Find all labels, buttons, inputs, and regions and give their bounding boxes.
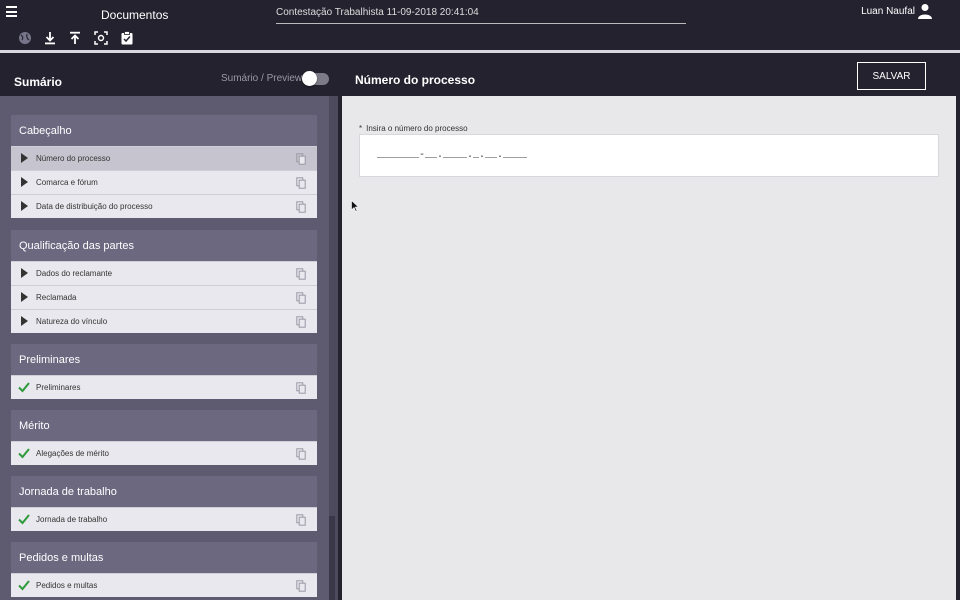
sidebar-item[interactable]: Natureza do vínculo [11, 309, 317, 333]
scrollbar-thumb[interactable] [329, 516, 335, 600]
sidebar-section: Preliminares Preliminares [11, 344, 317, 399]
section-title[interactable]: Mérito [11, 410, 317, 441]
copy-icon[interactable] [296, 580, 306, 592]
sidebar-item[interactable]: Preliminares [11, 375, 317, 399]
sidebar-title: Sumário [14, 75, 63, 89]
save-button[interactable]: SALVAR [857, 62, 926, 90]
sidebar-item[interactable]: Dados do reclamante [11, 261, 317, 285]
copy-icon[interactable] [296, 448, 306, 460]
field-label-text: Insira o número do processo [366, 124, 468, 133]
copy-icon[interactable] [296, 292, 306, 304]
summary-preview-toggle[interactable] [302, 71, 329, 86]
sidebar-item[interactable]: Data de distribuição do processo [11, 194, 317, 218]
page-title: Número do processo [355, 73, 476, 87]
toggle-knob[interactable] [302, 71, 317, 86]
sidebar-item[interactable]: Comarca e fórum [11, 170, 317, 194]
copy-icon[interactable] [296, 316, 306, 328]
section-title[interactable]: Qualificação das partes [11, 230, 317, 261]
top-bar: Documentos Contestação Trabalhista 11-09… [0, 0, 960, 27]
copy-icon[interactable] [296, 514, 306, 526]
menu-icon[interactable] [6, 6, 17, 17]
play-arrow-icon [21, 153, 28, 163]
section-title[interactable]: Cabeçalho [11, 115, 317, 146]
sidebar-item[interactable]: Alegações de mérito [11, 441, 317, 465]
download-icon[interactable] [43, 31, 57, 45]
section-title[interactable]: Pedidos e multas [11, 542, 317, 573]
sidebar-item-label: Natureza do vínculo [36, 317, 108, 326]
clipboard-check-icon[interactable] [120, 31, 134, 45]
sidebar-item[interactable]: Pedidos e multas [11, 573, 317, 597]
user-icon[interactable] [918, 3, 932, 19]
sidebar-item[interactable]: Jornada de trabalho [11, 507, 317, 531]
play-arrow-icon [21, 292, 28, 302]
play-arrow-icon [21, 316, 28, 326]
globe-icon[interactable] [18, 31, 32, 45]
required-mark: * [359, 124, 363, 133]
focus-icon[interactable] [94, 31, 108, 45]
copy-icon[interactable] [296, 201, 306, 213]
sidebar-item-label: Data de distribuição do processo [36, 202, 153, 211]
play-arrow-icon [21, 201, 28, 211]
mouse-cursor-icon [351, 200, 359, 212]
sidebar-header: Sumário Sumário / Preview [0, 53, 338, 96]
check-icon [18, 448, 30, 459]
sidebar-item-label: Preliminares [36, 383, 81, 392]
sidebar-item-label: Pedidos e multas [36, 581, 98, 590]
sidebar-section: Mérito Alegações de mérito [11, 410, 317, 465]
process-number-input[interactable] [377, 150, 677, 161]
sidebar-item[interactable]: Número do processo [11, 146, 317, 170]
check-icon [18, 382, 30, 393]
sidebar-item-label: Jornada de trabalho [36, 515, 108, 524]
sidebar-item-label: Dados do reclamante [36, 269, 113, 278]
toolbar [0, 27, 960, 50]
main-header: Número do processo SALVAR [342, 53, 956, 96]
document-title[interactable]: Contestação Trabalhista 11-09-2018 20:41… [276, 7, 686, 24]
copy-icon[interactable] [296, 153, 306, 165]
sidebar: Sumário Sumário / Preview Cabeçalho Númer… [0, 53, 338, 600]
play-arrow-icon [21, 177, 28, 187]
sidebar-section: Pedidos e multas Pedidos e multas [11, 542, 317, 597]
sidebar-section: Jornada de trabalho Jornada de trabalho [11, 476, 317, 531]
upload-icon[interactable] [68, 31, 82, 45]
check-icon [18, 580, 30, 591]
section-title[interactable]: Jornada de trabalho [11, 476, 317, 507]
copy-icon[interactable] [296, 268, 306, 280]
field-label: * Insira o número do processo [359, 124, 468, 133]
user-name[interactable]: Luan Naufal [861, 6, 915, 17]
section-title[interactable]: Preliminares [11, 344, 317, 375]
sidebar-section: Cabeçalho Número do processo Comarca e fór… [11, 115, 317, 218]
sidebar-item-label: Número do processo [36, 154, 111, 163]
process-number-field[interactable] [359, 134, 939, 177]
sidebar-section: Qualificação das partes Dados do reclaman… [11, 230, 317, 333]
toggle-label: Sumário / Preview [221, 73, 303, 84]
sidebar-item-label: Alegações de mérito [36, 449, 109, 458]
play-arrow-icon [21, 268, 28, 278]
right-edge [956, 53, 960, 600]
sidebar-item-label: Comarca e fórum [36, 178, 98, 187]
sidebar-item-label: Reclamada [36, 293, 77, 302]
app-title: Documentos [101, 8, 169, 22]
sidebar-item[interactable]: Reclamada [11, 285, 317, 309]
copy-icon[interactable] [296, 177, 306, 189]
copy-icon[interactable] [296, 382, 306, 394]
check-icon [18, 514, 30, 525]
main-panel: Número do processo SALVAR * Insira o núme… [342, 53, 956, 600]
